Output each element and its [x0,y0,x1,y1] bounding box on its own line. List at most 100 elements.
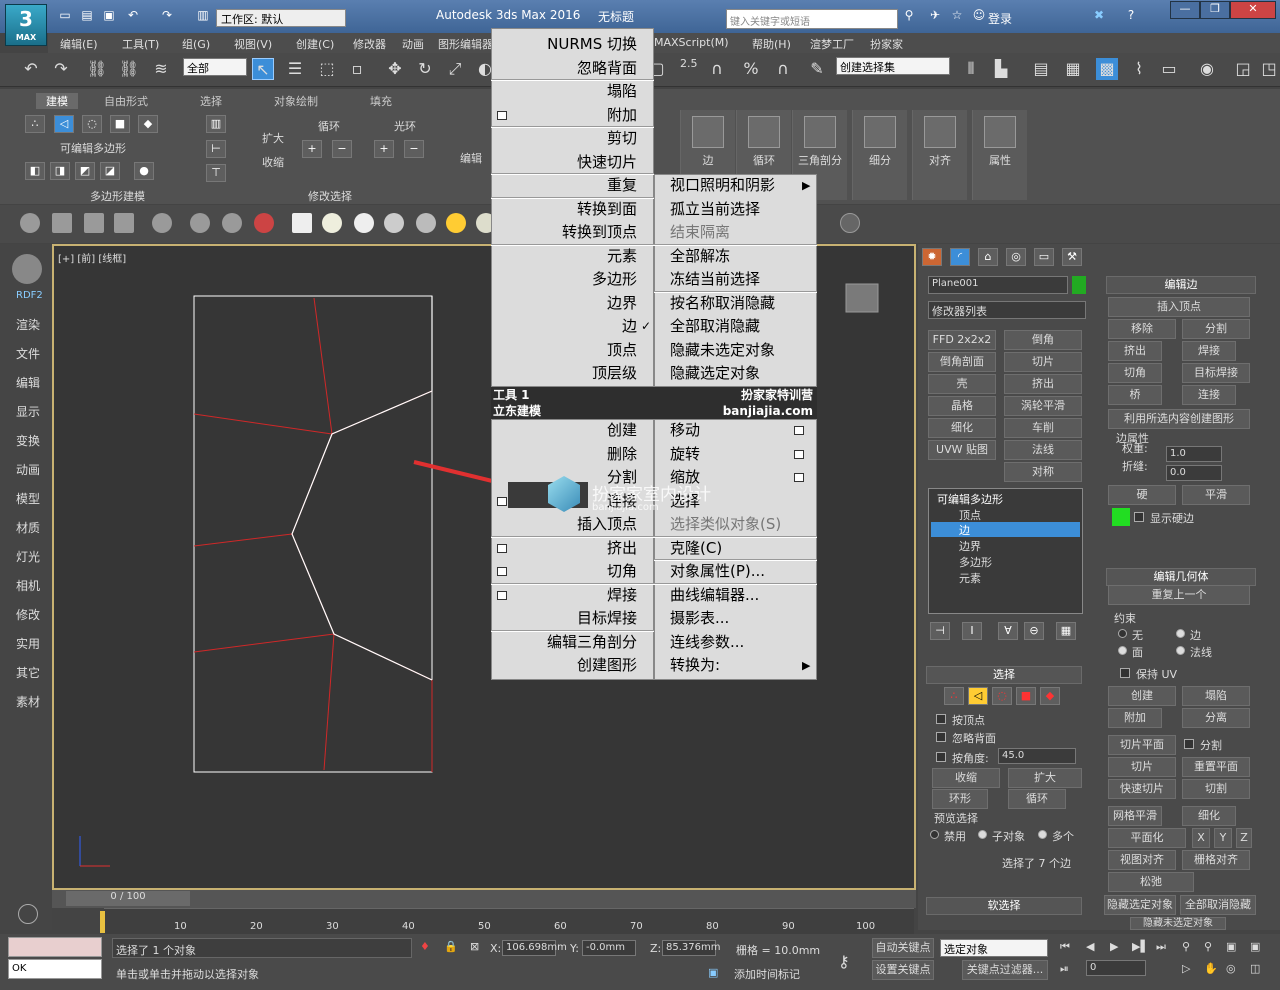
crease-spinner[interactable]: 0.0 [1166,465,1222,481]
object-color-swatch[interactable] [1072,276,1086,294]
object-name-field[interactable]: Plane001 [928,276,1068,294]
stack-item-element[interactable]: 元素 [959,570,981,586]
quad-item-left-top-11[interactable]: 边界 [491,292,653,315]
quad-item-left-top-7[interactable]: 转换到面 [491,198,653,221]
grow-label[interactable]: 扩大 [262,130,284,146]
quad-item-right-top-1[interactable]: 孤立当前选择 [654,198,816,221]
ribbon-tool-8-icon[interactable]: ⊤ [206,164,226,182]
planar-y-button[interactable]: Y [1214,828,1232,848]
viewport-label[interactable]: [+] [前] [线框] [58,250,126,265]
z-coordinate[interactable]: 85.376mm [662,940,720,956]
angle-spinner[interactable]: 45.0 [998,748,1076,764]
curve-editor-icon[interactable]: ⌇ [1128,58,1150,80]
stack-item-editable-poly[interactable]: 可编辑多边形 [937,491,1003,507]
track-bar[interactable]: 10 20 30 40 50 60 70 80 90 100 [100,908,914,934]
constraint-normal-radio[interactable] [1176,646,1185,655]
align-icon[interactable]: ▙ [990,58,1012,80]
quad-item-right-bottom-9[interactable]: 连线参数... [654,631,816,654]
sphere-icon[interactable] [354,213,374,233]
menu-create[interactable]: 创建(C) [296,36,334,52]
quad-item-right-top-6[interactable]: 全部取消隐藏 [654,315,816,338]
bind-space-warp-icon[interactable]: ≋ [150,58,172,80]
vertex-sub-icon[interactable]: ∴ [944,687,964,705]
shrink-label[interactable]: 收缩 [262,154,284,170]
mod-normal-button[interactable]: 法线 [1004,440,1082,460]
x-coordinate[interactable]: 106.698mm [502,940,567,956]
sidebar-item-other[interactable]: 其它 [16,664,40,681]
quad-item-right-bottom-7[interactable]: 曲线编辑器... [654,584,816,607]
quad-item-right-top-0[interactable]: 视口照明和阴影 [654,174,816,197]
quad-item-right-top-4[interactable]: 冻结当前选择 [654,268,816,291]
options-box-icon[interactable] [497,110,507,120]
insert-vertex-button[interactable]: 插入顶点 [1108,297,1250,317]
move-icon[interactable]: ✥ [384,58,406,80]
show-end-result-icon[interactable]: Ⅰ [962,622,982,640]
mod-bevel-profile-button[interactable]: 倒角剖面 [928,352,996,372]
sidebar-item-material[interactable]: 材质 [16,519,40,536]
by-vertex-checkbox[interactable] [936,714,946,724]
edit-edges-rollout-header[interactable]: 编辑边 [1106,276,1256,294]
tab-populate[interactable]: 填充 [370,93,392,109]
ribbon-toggle-icon[interactable]: ▦ [1062,58,1084,80]
menu-modifiers[interactable]: 修改器 [353,36,386,52]
options-box-icon[interactable] [497,590,507,600]
reset-plane-button[interactable]: 重置平面 [1182,757,1250,777]
time-tag-icon[interactable]: ▣ [708,966,718,979]
teapot-icon[interactable] [20,213,40,233]
table-icon[interactable] [114,213,134,233]
quad-item-left-bottom-9[interactable]: 编辑三角剖分 [491,631,653,654]
quick-slice-button[interactable]: 快速切片 [1108,779,1176,799]
mirror-icon[interactable]: ⫴ [960,58,982,80]
split-checkbox[interactable] [1184,739,1194,749]
slice-plane-button[interactable]: 切片平面 [1108,735,1176,755]
ribbon-tool-3-icon[interactable]: ◩ [75,162,95,180]
chamfer-button[interactable]: 切角 [1108,363,1162,383]
create-button[interactable]: 创建 [1108,686,1176,706]
display-panel-icon[interactable]: ▭ [1034,248,1054,266]
quad-item-left-top-8[interactable]: 转换到顶点 [491,221,653,244]
add-time-tag[interactable]: 添加时间标记 [734,966,800,982]
quad-item-left-top-14[interactable]: 顶层级 [491,362,653,385]
play-icon[interactable]: ▶ [1110,940,1118,953]
scene-explorer-icon[interactable]: ▩ [1096,58,1118,80]
repeat-last-button[interactable]: 重复上一个 [1108,585,1250,605]
quad-item-right-top-8[interactable]: 隐藏选定对象 [654,362,816,385]
ring-plus-icon[interactable]: + [374,140,394,158]
options-box-icon[interactable] [794,426,804,435]
quad-item-left-bottom-8[interactable]: 目标焊接 [491,607,653,630]
menu-graph-editors[interactable]: 图形编辑器 [438,36,493,52]
weight-spinner[interactable]: 1.0 [1166,446,1222,462]
stack-item-border[interactable]: 边界 [959,538,981,554]
lock-icon[interactable]: 🔒 [444,940,458,953]
subscription-icon[interactable]: ✈ [926,8,944,24]
modify-panel-icon[interactable]: ◜ [950,248,970,266]
mod-bevel-button[interactable]: 倒角 [1004,330,1082,350]
mod-lathe-button[interactable]: 车削 [1004,418,1082,438]
quad-item-left-top-2[interactable]: 塌陷 [491,80,653,103]
constraint-face-radio[interactable] [1118,646,1127,655]
ribbon-tool-7-icon[interactable]: ⊢ [206,140,226,158]
border-sub-icon[interactable]: ◌ [992,687,1012,705]
menu-edit[interactable]: 编辑(E) [60,36,98,52]
ring-minus-icon[interactable]: − [404,140,424,158]
tab-selection[interactable]: 选择 [200,93,222,109]
edge-mode-icon[interactable]: ◁ [54,115,74,133]
preview-subobj-radio[interactable] [978,830,987,839]
grow-button[interactable]: 扩大 [1008,768,1082,788]
quad-item-right-bottom-1[interactable]: 旋转 [654,443,816,466]
exchange-icon[interactable]: ✖ [1090,8,1108,24]
selection-filter-dropdown[interactable]: 全部 [183,58,247,76]
camera-icon[interactable] [190,213,210,233]
ribbon-group-poly-modeling[interactable]: 多边形建模 [90,188,145,204]
quad-item-left-bottom-0[interactable]: 创建 [491,419,653,442]
zoom-all-icon[interactable]: ⚲ [1204,940,1212,953]
split-button[interactable]: 分割 [1182,319,1250,339]
detach-button[interactable]: 分离 [1182,708,1250,728]
material-editor-icon[interactable]: ◉ [1196,58,1218,80]
menu-banjiajia[interactable]: 扮家家 [870,36,903,52]
cone-icon[interactable] [416,213,436,233]
auto-key-button[interactable]: 自动关键点 [872,938,934,958]
stack-item-vertex[interactable]: 顶点 [959,507,981,523]
sun-icon[interactable] [446,213,466,233]
constraint-none-radio[interactable] [1118,629,1127,638]
